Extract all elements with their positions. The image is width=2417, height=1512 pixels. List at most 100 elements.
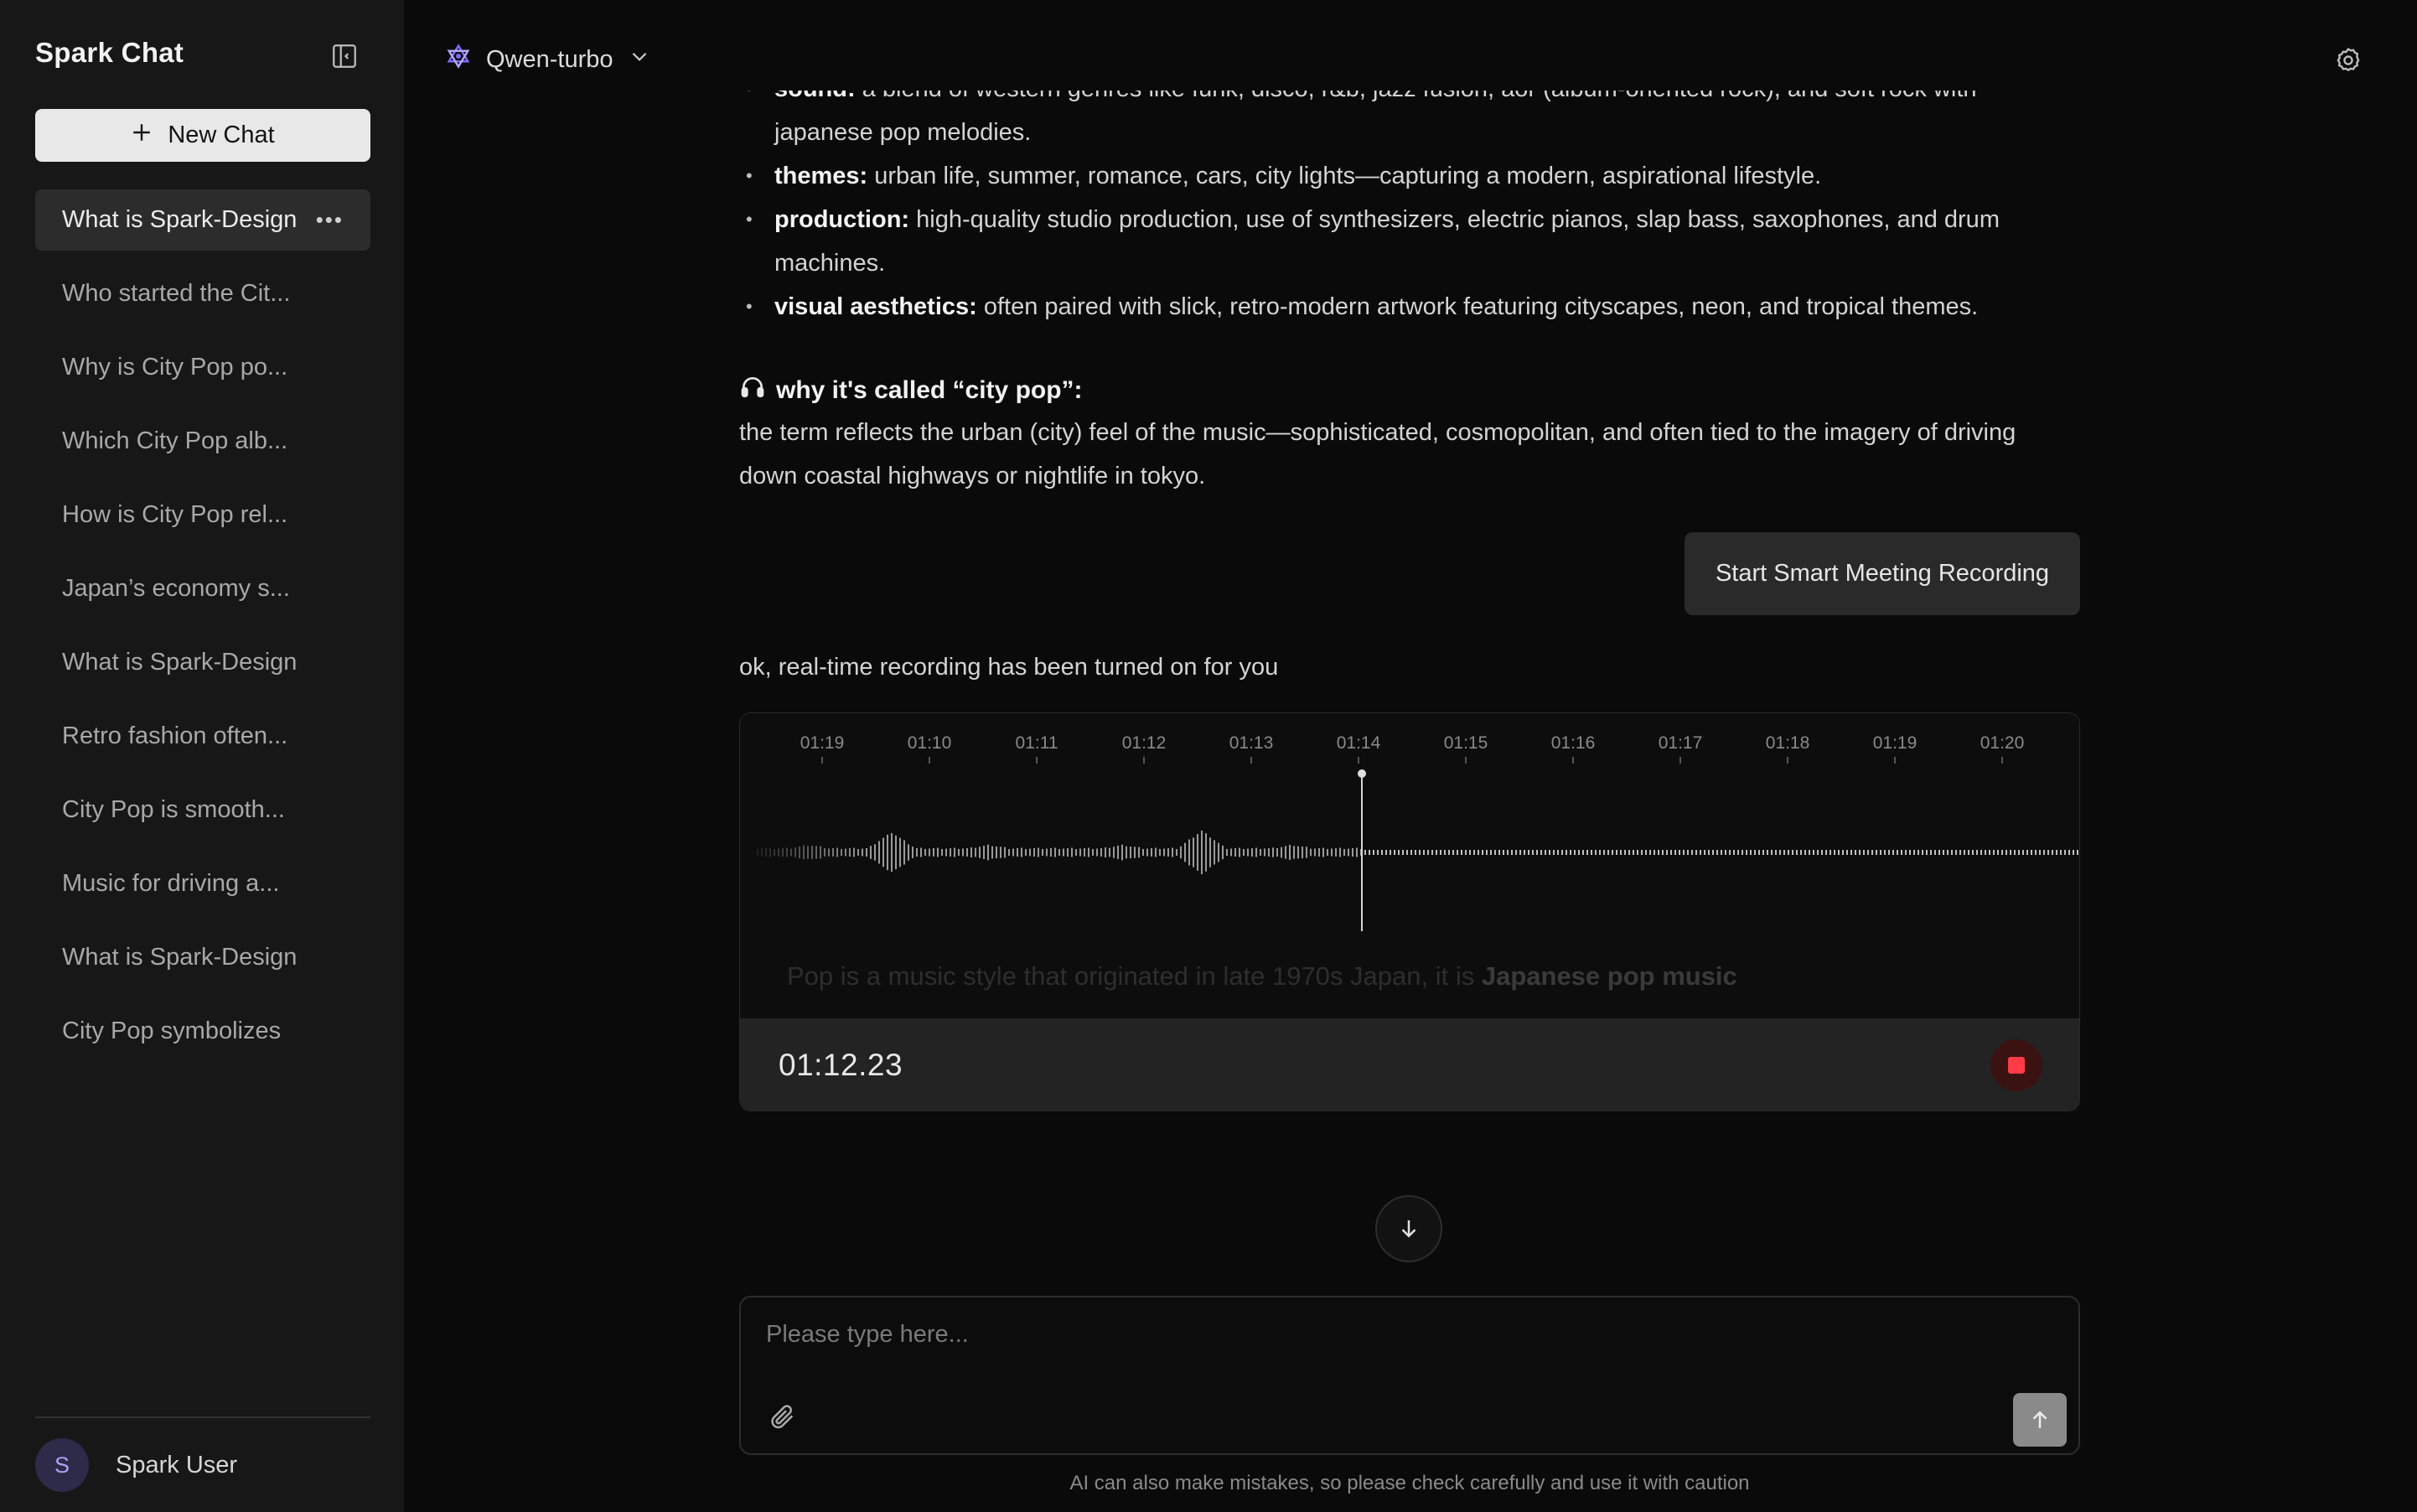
- waveform-bar: [1607, 850, 1609, 855]
- chat-history-item[interactable]: Japan’s economy s...: [35, 558, 370, 619]
- chat-history-item[interactable]: City Pop symbolizes: [35, 1001, 370, 1062]
- waveform-bar: [1427, 850, 1429, 855]
- waveform-bar: [1046, 848, 1048, 857]
- live-transcript: Pop is a music style that originated in …: [787, 961, 1737, 991]
- chat-history-item[interactable]: Retro fashion often...: [35, 706, 370, 767]
- chat-history-list: What is Spark-Design ••• Who started the C…: [35, 189, 370, 1074]
- waveform-bar: [1519, 850, 1521, 855]
- waveform-bar: [1658, 850, 1659, 855]
- scroll-to-bottom-button[interactable]: [1375, 1195, 1442, 1262]
- waveform-bar: [1762, 850, 1764, 855]
- waveform-bar: [1662, 850, 1664, 855]
- section-heading: why it's called “city pop”:: [739, 374, 1083, 407]
- waveform-bar: [1746, 850, 1747, 855]
- waveform-bar: [1004, 847, 1006, 858]
- waveform-bar: [1926, 850, 1928, 855]
- waveform-bar: [1247, 848, 1249, 857]
- waveform-bar: [1507, 850, 1509, 855]
- model-name: Qwen-turbo: [486, 45, 613, 73]
- waveform-bar: [1289, 845, 1291, 860]
- model-selector[interactable]: Qwen-turbo: [446, 44, 650, 75]
- waveform-bar: [1570, 850, 1571, 855]
- disclaimer: AI can also make mistakes, so please che…: [1069, 1472, 1750, 1494]
- waveform-bar: [1918, 850, 1919, 855]
- chat-history-item[interactable]: What is Spark-Design •••: [35, 189, 370, 251]
- waveform-bar: [1205, 833, 1207, 872]
- waveform-bar: [1792, 850, 1793, 855]
- waveform-bar: [1234, 848, 1236, 857]
- chat-history-item[interactable]: Which City Pop alb...: [35, 411, 370, 472]
- chat-history-item[interactable]: How is City Pop rel...: [35, 484, 370, 546]
- waveform-bar: [1670, 850, 1672, 855]
- sidebar: Spark Chat New Chat What is Spark-Design…: [0, 0, 404, 1512]
- stop-recording-button[interactable]: [1990, 1039, 2042, 1091]
- chat-history-item[interactable]: Music for driving a...: [35, 853, 370, 914]
- waveform-bar: [1008, 849, 1010, 856]
- chat-history-item[interactable]: What is Spark-Design: [35, 927, 370, 988]
- waveform-bar: [1498, 850, 1500, 855]
- waveform-bar: [1402, 850, 1404, 855]
- timeline-label: 01:12: [1122, 733, 1167, 753]
- waveform-bar: [1142, 849, 1144, 856]
- new-chat-button[interactable]: New Chat: [35, 109, 370, 162]
- waveform-bar: [1976, 850, 1978, 855]
- waveform-bar: [1390, 850, 1391, 855]
- message-input[interactable]: [766, 1321, 2023, 1371]
- waveform-bar: [941, 849, 943, 856]
- waveform-bar: [1809, 850, 1810, 855]
- sidebar-toggle-icon[interactable]: [329, 40, 360, 72]
- waveform-bar: [1515, 850, 1517, 855]
- heading-text: why it's called “city pop”:: [776, 376, 1083, 404]
- chat-history-item[interactable]: City Pop is smooth...: [35, 779, 370, 841]
- waveform-bar: [916, 848, 918, 857]
- waveform-bar: [1197, 834, 1198, 871]
- playhead-knob[interactable]: [1358, 769, 1366, 778]
- chat-history-item[interactable]: Why is City Pop po...: [35, 337, 370, 398]
- waveform-bar: [2056, 850, 2057, 855]
- waveform-bar: [1959, 850, 1961, 855]
- waveform-bar: [1716, 850, 1718, 855]
- waveform-bar: [2026, 850, 2028, 855]
- timeline-label: 01:15: [1444, 733, 1488, 753]
- arrow-up-icon: [2032, 1411, 2047, 1428]
- waveform-bar: [1712, 850, 1714, 855]
- user-name: Spark User: [116, 1451, 238, 1478]
- waveform-bar: [1415, 850, 1416, 855]
- waveform-bar: [1364, 850, 1366, 855]
- waveform-bar: [1934, 850, 1936, 855]
- waveform-bar: [1737, 850, 1739, 855]
- waveform-bar: [1373, 850, 1374, 855]
- app-root: Spark Chat New Chat What is Spark-Design…: [0, 0, 2417, 1512]
- waveform-bar: [1440, 850, 1441, 855]
- waveform-bar: [1335, 848, 1337, 857]
- stop-icon: [2008, 1057, 2025, 1074]
- chat-history-item[interactable]: Who started the Cit...: [35, 263, 370, 324]
- waveform-bar: [1193, 837, 1194, 867]
- waveform-bar: [1306, 847, 1307, 858]
- waveform-bar: [1226, 849, 1228, 856]
- waveform-bar: [1855, 850, 1856, 855]
- waveform-bar: [1654, 850, 1655, 855]
- waveform-bar: [1444, 850, 1446, 855]
- timeline-label: 01:20: [1980, 733, 2025, 753]
- waveform-bar: [1964, 850, 1965, 855]
- user-profile[interactable]: S Spark User: [35, 1438, 237, 1492]
- waveform-area: 01:19 01:10 01:11 01:12 01:13 01:14 01:15 01:16…: [740, 713, 2079, 1018]
- settings-gear-icon[interactable]: [2332, 44, 2365, 77]
- waveform-bar: [874, 844, 876, 861]
- waveform-bar: [1557, 850, 1559, 855]
- waveform-bar: [1243, 849, 1245, 856]
- waveform-bar: [1540, 850, 1542, 855]
- waveform-bar: [887, 834, 888, 871]
- waveform-bar: [1825, 850, 1827, 855]
- chat-history-label: Retro fashion often...: [62, 722, 288, 749]
- paperclip-icon[interactable]: [766, 1400, 800, 1433]
- waveform-bar: [2022, 850, 2024, 855]
- send-button[interactable]: [2013, 1393, 2067, 1447]
- waveform-bar: [1423, 850, 1425, 855]
- more-options-icon[interactable]: •••: [316, 207, 344, 233]
- waveform-bar: [1666, 850, 1668, 855]
- waveform-bar: [1553, 850, 1555, 855]
- waveform-bar: [1842, 850, 1844, 855]
- chat-history-item[interactable]: What is Spark-Design: [35, 632, 370, 693]
